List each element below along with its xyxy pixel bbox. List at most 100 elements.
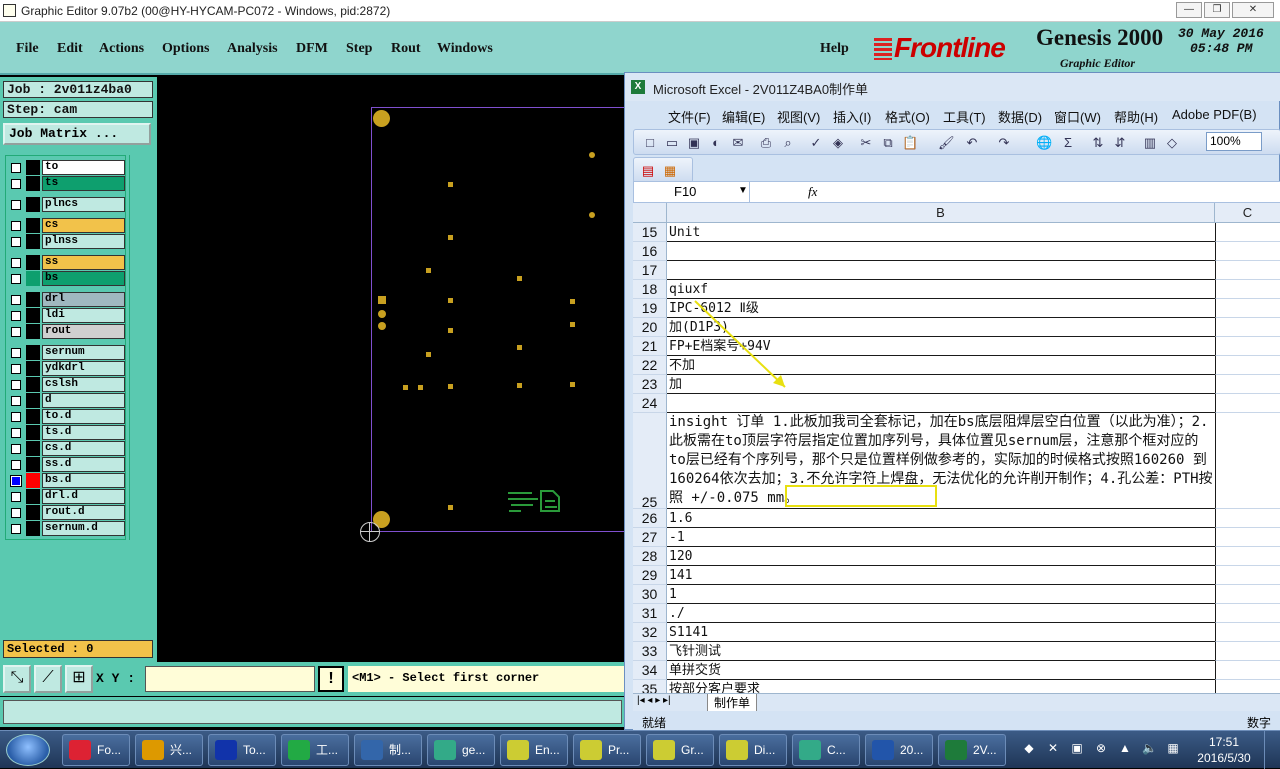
- menu-help[interactable]: Help: [820, 41, 849, 57]
- clock[interactable]: 17:51 2016/5/30: [1194, 734, 1254, 766]
- layer-checkbox[interactable]: [11, 412, 21, 422]
- layer-checkbox[interactable]: [11, 221, 21, 231]
- tray-icon[interactable]: ▲: [1118, 741, 1132, 755]
- layer-color-swatch[interactable]: [26, 255, 40, 270]
- layer-row[interactable]: bs.d: [9, 473, 125, 488]
- layer-checkbox[interactable]: [11, 380, 21, 390]
- layer-row[interactable]: ts: [9, 176, 125, 191]
- layer-name[interactable]: ldi: [42, 308, 125, 323]
- layer-scrollbar[interactable]: [129, 155, 151, 540]
- menu-actions[interactable]: Actions: [99, 41, 144, 57]
- layer-checkbox[interactable]: [11, 258, 21, 268]
- close-button[interactable]: ✕: [1232, 2, 1274, 18]
- layer-color-swatch[interactable]: [26, 521, 40, 536]
- layer-name[interactable]: ss.d: [42, 457, 125, 472]
- layer-color-swatch[interactable]: [26, 271, 40, 286]
- layer-color-swatch[interactable]: [26, 345, 40, 360]
- layer-name[interactable]: ts.d: [42, 425, 125, 440]
- start-button[interactable]: [6, 734, 50, 766]
- menu-file[interactable]: File: [16, 41, 39, 57]
- menu-options[interactable]: Options: [162, 41, 209, 57]
- tray-icon[interactable]: ▣: [1070, 741, 1084, 755]
- layer-row[interactable]: ss.d: [9, 457, 125, 472]
- layer-color-swatch[interactable]: [26, 489, 40, 504]
- zoom-select[interactable]: 100%: [1206, 132, 1262, 151]
- fx-icon[interactable]: fx: [808, 184, 817, 200]
- layer-checkbox[interactable]: [11, 428, 21, 438]
- layer-row[interactable]: ss: [9, 255, 125, 270]
- tab-nav-icon[interactable]: |◂ ◂ ▸ ▸|: [637, 695, 671, 706]
- permission-icon[interactable]: ◐: [708, 135, 724, 151]
- layer-name[interactable]: ss: [42, 255, 125, 270]
- layer-row[interactable]: rout: [9, 324, 125, 339]
- pdf-icon[interactable]: ▤: [640, 163, 656, 179]
- layer-checkbox[interactable]: [11, 200, 21, 210]
- layer-name[interactable]: bs: [42, 271, 125, 286]
- layer-name[interactable]: d: [42, 393, 125, 408]
- taskbar-item[interactable]: To...: [208, 734, 276, 766]
- layer-color-swatch[interactable]: [26, 176, 40, 191]
- layer-row[interactable]: sernum: [9, 345, 125, 360]
- layer-checkbox[interactable]: [11, 311, 21, 321]
- pdf-email-icon[interactable]: ▦: [662, 163, 678, 179]
- layer-checkbox[interactable]: [11, 274, 21, 284]
- open-icon[interactable]: ▭: [664, 135, 680, 151]
- chart-icon[interactable]: ▥: [1142, 135, 1158, 151]
- chevron-down-icon[interactable]: ▼: [738, 185, 748, 196]
- layer-row[interactable]: to.d: [9, 409, 125, 424]
- layer-row[interactable]: ldi: [9, 308, 125, 323]
- minimize-button[interactable]: —: [1176, 2, 1202, 18]
- name-box[interactable]: F10: [634, 182, 750, 202]
- layer-name[interactable]: to: [42, 160, 125, 175]
- layer-name[interactable]: drl.d: [42, 489, 125, 504]
- taskbar-item[interactable]: ge...: [427, 734, 495, 766]
- taskbar-item[interactable]: 制...: [354, 734, 422, 766]
- menu-dfm[interactable]: DFM: [296, 41, 328, 57]
- layer-name[interactable]: bs.d: [42, 473, 125, 488]
- xmenu-help[interactable]: 帮助(H): [1114, 107, 1158, 126]
- layer-row[interactable]: cslsh: [9, 377, 125, 392]
- sort-desc-icon[interactable]: ⇵: [1112, 135, 1128, 151]
- drawing-icon[interactable]: ◇: [1164, 135, 1180, 151]
- layer-name[interactable]: ydkdrl: [42, 361, 125, 376]
- xmenu-view[interactable]: 视图(V): [777, 107, 820, 126]
- layer-checkbox[interactable]: [11, 179, 21, 189]
- spreadsheet-grid[interactable]: B C 15 Unit 16 17 18 qiuxf 19 IPC-6012 Ⅱ级 20 加(D1…: [633, 203, 1280, 693]
- taskbar-item[interactable]: Pr...: [573, 734, 641, 766]
- job-matrix-button[interactable]: Job Matrix ...: [3, 123, 151, 145]
- layer-color-swatch[interactable]: [26, 441, 40, 456]
- autosum-icon[interactable]: Σ: [1060, 135, 1076, 151]
- layer-checkbox[interactable]: [11, 237, 21, 247]
- xmenu-adobe[interactable]: Adobe PDF(B): [1172, 107, 1257, 122]
- layer-color-swatch[interactable]: [26, 393, 40, 408]
- layer-name[interactable]: plnss: [42, 234, 125, 249]
- layer-row[interactable]: cs: [9, 218, 125, 233]
- taskbar-item[interactable]: Di...: [719, 734, 787, 766]
- menu-windows[interactable]: Windows: [437, 41, 493, 57]
- maximize-button[interactable]: ❐: [1204, 2, 1230, 18]
- xmenu-insert[interactable]: 插入(I): [833, 107, 871, 126]
- layer-color-swatch[interactable]: [26, 425, 40, 440]
- layer-name[interactable]: to.d: [42, 409, 125, 424]
- paste-icon[interactable]: 📋: [902, 135, 918, 151]
- print-icon[interactable]: ⎙: [758, 135, 774, 151]
- tray-icon[interactable]: ⊗: [1094, 741, 1108, 755]
- menu-rout[interactable]: Rout: [391, 41, 421, 57]
- layer-checkbox[interactable]: [11, 524, 21, 534]
- redo-icon[interactable]: ↷: [996, 135, 1012, 151]
- xmenu-file[interactable]: 文件(F): [668, 107, 711, 126]
- taskbar-item[interactable]: 20...: [865, 734, 933, 766]
- xy-input[interactable]: [145, 666, 315, 692]
- layer-row[interactable]: to: [9, 160, 125, 175]
- layer-color-swatch[interactable]: [26, 505, 40, 520]
- layer-checkbox[interactable]: [11, 396, 21, 406]
- network-icon[interactable]: ▦: [1166, 741, 1180, 755]
- taskbar-item[interactable]: 2V...: [938, 734, 1006, 766]
- taskbar-item[interactable]: 兴...: [135, 734, 203, 766]
- layer-name[interactable]: cs.d: [42, 441, 125, 456]
- sort-asc-icon[interactable]: ⇅: [1090, 135, 1106, 151]
- new-icon[interactable]: □: [642, 135, 658, 151]
- grid-icon[interactable]: ⊞: [65, 665, 93, 693]
- taskbar-item[interactable]: C...: [792, 734, 860, 766]
- layer-checkbox[interactable]: [11, 460, 21, 470]
